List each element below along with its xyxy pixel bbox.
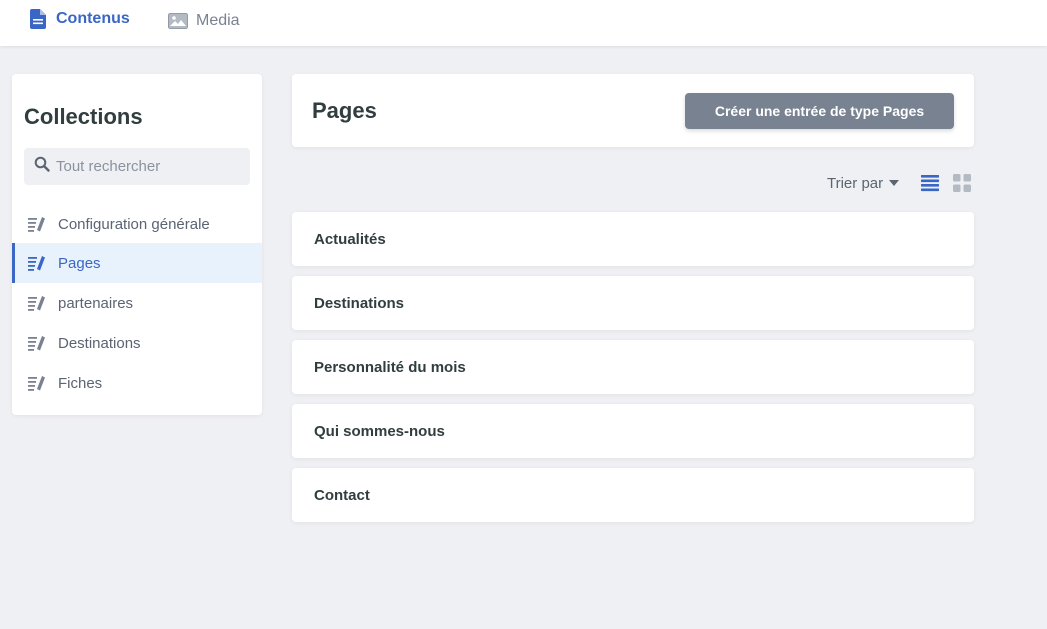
sidebar-title: Collections bbox=[24, 104, 143, 129]
sidebar-item-pages[interactable]: Pages bbox=[12, 243, 262, 283]
edit-list-icon bbox=[28, 214, 48, 234]
list-item[interactable]: Actualités bbox=[292, 212, 974, 266]
tab-contenus[interactable]: Contenus bbox=[28, 0, 130, 38]
top-navigation-bar: Contenus Media bbox=[0, 0, 1047, 46]
search-input[interactable] bbox=[56, 158, 236, 175]
document-icon bbox=[28, 9, 48, 29]
image-icon bbox=[168, 11, 188, 31]
sidebar-item-configuration-generale[interactable]: Configuration générale bbox=[12, 204, 262, 244]
tab-media-label: Media bbox=[196, 12, 240, 29]
sidebar-item-label: Fiches bbox=[58, 374, 103, 392]
sidebar-item-label: Destinations bbox=[58, 334, 141, 352]
collection-header: Pages Créer une entrée de type Pages bbox=[292, 74, 974, 147]
edit-list-icon bbox=[28, 373, 48, 393]
search-icon bbox=[34, 156, 50, 177]
caret-down-icon bbox=[889, 180, 900, 186]
sidebar-item-label: Pages bbox=[58, 254, 101, 272]
list-item[interactable]: Destinations bbox=[292, 276, 974, 330]
list-item[interactable]: Qui sommes-nous bbox=[292, 404, 974, 458]
sort-dropdown[interactable]: Trier par bbox=[827, 173, 900, 193]
sort-label: Trier par bbox=[827, 174, 884, 192]
sidebar-item-destinations[interactable]: Destinations bbox=[12, 323, 262, 363]
sidebar-item-partenaires[interactable]: partenaires bbox=[12, 283, 262, 323]
search-box bbox=[24, 148, 250, 185]
edit-list-icon bbox=[28, 253, 48, 273]
grid-view-icon[interactable] bbox=[952, 173, 972, 193]
tab-contenus-label: Contenus bbox=[56, 10, 130, 27]
sidebar-item-fiches[interactable]: Fiches bbox=[12, 363, 262, 403]
list-item[interactable]: Personnalité du mois bbox=[292, 340, 974, 394]
list-item[interactable]: Contact bbox=[292, 468, 974, 522]
collections-sidebar: Collections Configuration générale Pages… bbox=[12, 74, 262, 415]
sidebar-item-label: Configuration générale bbox=[58, 215, 210, 233]
create-entry-button[interactable]: Créer une entrée de type Pages bbox=[685, 93, 954, 129]
edit-list-icon bbox=[28, 333, 48, 353]
tab-media[interactable]: Media bbox=[168, 2, 240, 40]
list-view-icon[interactable] bbox=[920, 173, 940, 193]
sidebar-item-label: partenaires bbox=[58, 294, 134, 312]
edit-list-icon bbox=[28, 293, 48, 313]
page-title: Pages bbox=[312, 98, 377, 123]
